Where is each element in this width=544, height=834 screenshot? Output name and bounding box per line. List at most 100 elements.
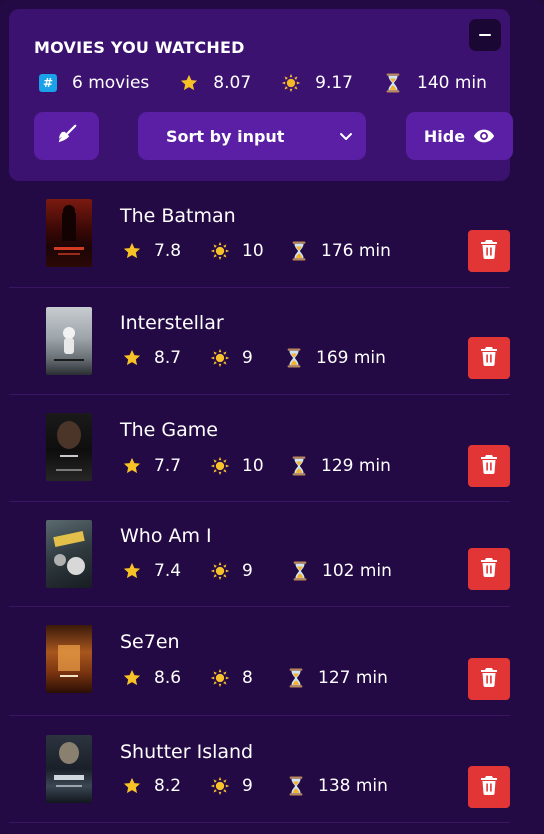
broom-icon: [56, 123, 78, 149]
movie-meta: 8.6 8 127 min: [122, 667, 388, 689]
runtime-value: 169 min: [316, 348, 386, 368]
user-rating-value: 9: [242, 776, 253, 796]
delete-movie-button[interactable]: [468, 548, 510, 590]
imdb-rating-value: 8.6: [154, 668, 182, 688]
trash-icon: [480, 346, 498, 370]
movie-row[interactable]: The Batman 7.8 10 176 min: [9, 181, 510, 288]
delete-movie-button[interactable]: [468, 230, 510, 272]
sun-icon: [281, 73, 301, 93]
stat-avg-runtime: 140 min: [383, 73, 487, 93]
star-icon: [122, 668, 142, 688]
delete-movie-button[interactable]: [468, 658, 510, 700]
movie-user-rating: 10: [210, 456, 289, 476]
movie-poster: [46, 625, 92, 693]
user-rating-value: 9: [242, 348, 253, 368]
sort-select[interactable]: Sort by input: [138, 112, 366, 160]
movie-poster: [46, 199, 92, 267]
star-icon: [122, 348, 142, 368]
sun-icon: [210, 668, 230, 688]
imdb-rating-value: 7.4: [154, 561, 182, 581]
movie-meta: 8.2 9 138 min: [122, 775, 388, 797]
movie-runtime: 138 min: [286, 776, 388, 796]
watched-movies-panel: MOVIES YOU WATCHED # 6 movies 8.07 9.17: [0, 0, 544, 834]
movie-row[interactable]: The Game 7.7 10 129 min: [9, 395, 510, 502]
chevron-down-icon: [338, 126, 354, 150]
hashtag-icon: #: [38, 73, 58, 93]
movie-meta: 7.7 10 129 min: [122, 455, 391, 477]
star-icon: [179, 73, 199, 93]
movie-row[interactable]: Se7en 8.6 8 127 min: [9, 607, 510, 716]
user-rating-value: 10: [242, 241, 264, 261]
avg-user-rating: 9.17: [315, 73, 353, 93]
sort-select-label: Sort by input: [166, 126, 285, 146]
trash-icon: [480, 557, 498, 581]
trash-icon: [480, 239, 498, 263]
movie-user-rating: 8: [210, 668, 286, 688]
sun-icon: [210, 776, 230, 796]
stat-movie-count: # 6 movies: [38, 73, 149, 93]
movie-imdb-rating: 8.2: [122, 776, 210, 796]
movie-poster: [46, 520, 92, 588]
minus-icon: [479, 34, 491, 36]
sun-icon: [210, 561, 230, 581]
delete-movie-button[interactable]: [468, 445, 510, 487]
hourglass-icon: [289, 241, 309, 261]
collapse-button[interactable]: [469, 19, 501, 51]
star-icon: [122, 561, 142, 581]
movie-title: The Game: [120, 419, 218, 441]
star-icon: [122, 241, 142, 261]
movie-runtime: 127 min: [286, 668, 388, 688]
movie-poster: [46, 735, 92, 803]
eye-icon: [473, 128, 495, 144]
imdb-rating-value: 7.7: [154, 456, 182, 476]
stat-avg-user: 9.17: [281, 73, 353, 93]
hide-button-label: Hide: [423, 126, 466, 146]
movie-imdb-rating: 7.4: [122, 561, 210, 581]
hourglass-icon: [289, 456, 309, 476]
runtime-value: 127 min: [318, 668, 388, 688]
hourglass-icon: [286, 776, 306, 796]
user-rating-value: 9: [242, 561, 253, 581]
movie-poster: [46, 307, 92, 375]
delete-movie-button[interactable]: [468, 766, 510, 808]
list-controls: Sort by input Hide: [34, 112, 514, 160]
runtime-value: 129 min: [321, 456, 391, 476]
watched-movie-list: The Batman 7.8 10 176 min Interstellar 8…: [9, 181, 510, 823]
movie-count: 6 movies: [72, 73, 150, 93]
runtime-value: 102 min: [322, 561, 392, 581]
trash-icon: [480, 775, 498, 799]
movie-runtime: 129 min: [289, 456, 391, 476]
avg-imdb-rating: 8.07: [213, 73, 252, 93]
hourglass-icon: [286, 668, 306, 688]
user-rating-value: 8: [242, 668, 253, 688]
avg-runtime: 140 min: [417, 73, 487, 93]
movie-runtime: 102 min: [290, 561, 392, 581]
clear-list-button[interactable]: [34, 112, 99, 160]
movie-title: Who Am I: [120, 525, 212, 547]
movie-user-rating: 10: [210, 241, 289, 261]
movie-row[interactable]: Who Am I 7.4 9 102 min: [9, 502, 510, 607]
movie-imdb-rating: 8.7: [122, 348, 210, 368]
movie-meta: 8.7 9 169 min: [122, 347, 386, 369]
imdb-rating-value: 7.8: [154, 241, 182, 261]
movie-runtime: 176 min: [289, 241, 391, 261]
summary-title: MOVIES YOU WATCHED: [34, 38, 245, 57]
hide-button[interactable]: Hide: [406, 112, 513, 160]
summary-stats: # 6 movies 8.07 9.17 140 min: [38, 71, 517, 95]
delete-movie-button[interactable]: [468, 337, 510, 379]
star-icon: [122, 456, 142, 476]
movie-title: Interstellar: [120, 312, 224, 334]
movie-title: Shutter Island: [120, 741, 254, 763]
movie-row[interactable]: Shutter Island 8.2 9 138 min: [9, 716, 510, 823]
movie-title: Se7en: [120, 631, 180, 653]
movie-imdb-rating: 7.8: [122, 241, 210, 261]
movie-row[interactable]: Interstellar 8.7 9 169 min: [9, 288, 510, 395]
imdb-rating-value: 8.7: [154, 348, 182, 368]
runtime-value: 176 min: [321, 241, 391, 261]
movie-user-rating: 9: [210, 348, 284, 368]
movie-meta: 7.8 10 176 min: [122, 240, 391, 262]
movie-meta: 7.4 9 102 min: [122, 560, 392, 582]
movie-poster: [46, 413, 92, 481]
watched-summary: MOVIES YOU WATCHED # 6 movies 8.07 9.17: [9, 9, 513, 181]
movie-title: The Batman: [120, 205, 236, 227]
